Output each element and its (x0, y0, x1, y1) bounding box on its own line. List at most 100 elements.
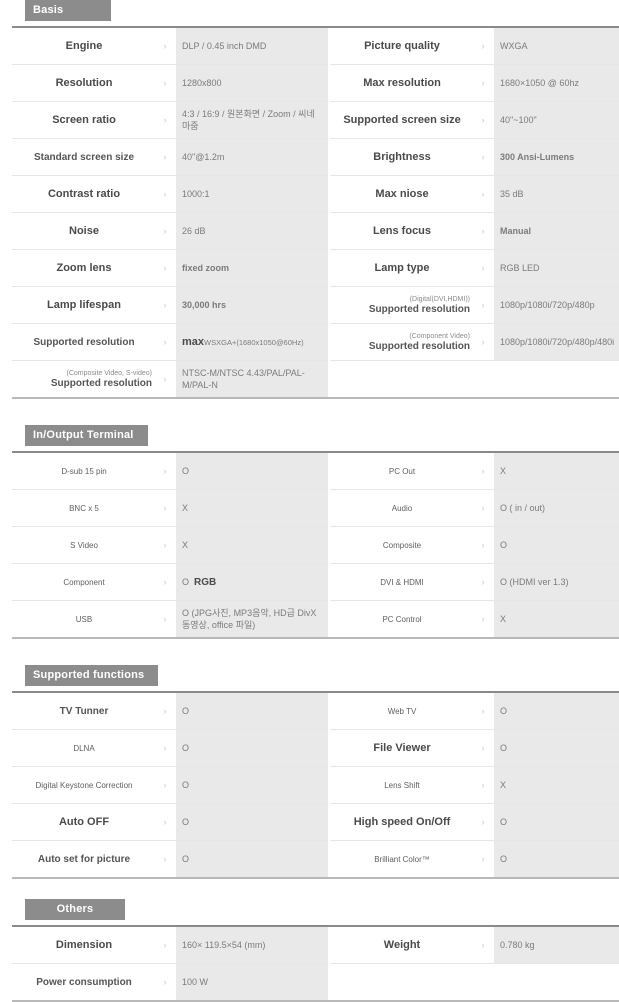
row-label[interactable]: DLNA (12, 729, 154, 767)
table-row: Screen ratio › 4:3 / 16:9 / 원본화면 / Zoom … (12, 101, 619, 139)
row-value: DLP / 0.45 inch DMD (176, 27, 328, 65)
row-label[interactable]: Zoom lens (12, 249, 154, 287)
row-label[interactable]: High speed On/Off (330, 803, 472, 841)
row-label[interactable]: (Composite Video, S-video) Supported res… (12, 360, 154, 398)
chevron-icon[interactable]: › (472, 766, 494, 804)
section-others-header-wrap: Others (0, 899, 619, 925)
row-label[interactable]: Power consumption (12, 963, 154, 1001)
chevron-icon[interactable]: › (472, 212, 494, 250)
row-label[interactable]: Resolution (12, 64, 154, 102)
row-label[interactable]: Composite (330, 526, 472, 564)
chevron-icon[interactable]: › (154, 840, 176, 878)
row-label[interactable]: TV Tunner (12, 692, 154, 730)
chevron-icon[interactable]: › (154, 766, 176, 804)
row-value: O ( in / out) (494, 489, 619, 527)
row-label[interactable]: File Viewer (330, 729, 472, 767)
row-label[interactable]: Lamp type (330, 249, 472, 287)
row-value-empty (494, 963, 619, 1001)
chevron-icon[interactable]: › (154, 526, 176, 564)
row-label[interactable]: Web TV (330, 692, 472, 730)
row-label[interactable]: Noise (12, 212, 154, 250)
row-label[interactable]: Standard screen size (12, 138, 154, 176)
row-label[interactable]: DVI & HDMI (330, 563, 472, 601)
row-value: 1080p/1080i/720p/480p/480i (494, 323, 619, 361)
chevron-icon[interactable]: › (472, 526, 494, 564)
chevron-icon[interactable]: › (154, 692, 176, 730)
row-label[interactable]: S Video (12, 526, 154, 564)
chevron-icon[interactable]: › (472, 175, 494, 213)
table-row: Zoom lens › fixed zoom Lamp type › RGB L… (12, 249, 619, 287)
chevron-icon[interactable]: › (154, 360, 176, 398)
row-label[interactable]: Digital Keystone Correction (12, 766, 154, 804)
chevron-icon[interactable]: › (154, 600, 176, 638)
row-label[interactable]: (Digital(DVI,HDMI)) Supported resolution (330, 286, 472, 324)
chevron-icon[interactable]: › (154, 452, 176, 490)
row-label[interactable]: Contrast ratio (12, 175, 154, 213)
row-label[interactable]: Auto OFF (12, 803, 154, 841)
chevron-icon[interactable]: › (472, 249, 494, 287)
row-label[interactable]: Supported resolution (12, 323, 154, 361)
row-label[interactable]: Max niose (330, 175, 472, 213)
table-row: Power consumption › 100 W (12, 963, 619, 1001)
row-label[interactable]: Component (12, 563, 154, 601)
row-label[interactable]: Brightness (330, 138, 472, 176)
chevron-icon[interactable]: › (472, 563, 494, 601)
chevron-icon[interactable]: › (154, 489, 176, 527)
row-label[interactable]: Audio (330, 489, 472, 527)
chevron-icon[interactable]: › (472, 286, 494, 324)
row-label[interactable]: Lens Shift (330, 766, 472, 804)
chevron-icon[interactable]: › (154, 27, 176, 65)
row-value: fixed zoom (176, 249, 328, 287)
row-label[interactable]: Supported screen size (330, 101, 472, 139)
chevron-icon[interactable]: › (154, 101, 176, 139)
row-value: WXGA (494, 27, 619, 65)
chevron-icon[interactable]: › (472, 840, 494, 878)
chevron-icon[interactable]: › (154, 563, 176, 601)
chevron-icon[interactable]: › (154, 323, 176, 361)
row-label[interactable]: Weight (330, 926, 472, 964)
row-label[interactable]: Engine (12, 27, 154, 65)
row-label[interactable]: (Component Video) Supported resolution (330, 323, 472, 361)
row-value: X (494, 600, 619, 638)
chevron-icon[interactable]: › (472, 64, 494, 102)
row-label[interactable]: Screen ratio (12, 101, 154, 139)
row-label[interactable]: Max resolution (330, 64, 472, 102)
chevron-icon[interactable]: › (472, 138, 494, 176)
chevron-icon[interactable]: › (472, 101, 494, 139)
row-label[interactable]: PC Out (330, 452, 472, 490)
row-label[interactable]: Picture quality (330, 27, 472, 65)
chevron-icon[interactable]: › (154, 249, 176, 287)
row-label[interactable]: PC Control (330, 600, 472, 638)
chevron-icon[interactable]: › (154, 212, 176, 250)
row-label[interactable]: Lens focus (330, 212, 472, 250)
row-label[interactable]: USB (12, 600, 154, 638)
row-label[interactable]: Brilliant Color™ (330, 840, 472, 878)
chevron-icon[interactable]: › (472, 926, 494, 964)
chevron-icon[interactable]: › (154, 138, 176, 176)
row-label[interactable]: Dimension (12, 926, 154, 964)
chevron-icon[interactable]: › (472, 27, 494, 65)
row-value: NTSC-M/NTSC 4.43/PAL/PAL-M/PAL-N (176, 360, 328, 398)
chevron-icon[interactable]: › (472, 452, 494, 490)
chevron-icon[interactable]: › (472, 729, 494, 767)
chevron-icon[interactable]: › (154, 286, 176, 324)
chevron-placeholder (472, 963, 494, 1001)
chevron-icon[interactable]: › (154, 963, 176, 1001)
chevron-icon[interactable]: › (472, 489, 494, 527)
chevron-icon[interactable]: › (154, 803, 176, 841)
row-value: X (176, 526, 328, 564)
chevron-icon[interactable]: › (154, 729, 176, 767)
chevron-icon[interactable]: › (472, 323, 494, 361)
row-label[interactable]: D-sub 15 pin (12, 452, 154, 490)
row-label[interactable]: BNC x 5 (12, 489, 154, 527)
row-label[interactable]: Lamp lifespan (12, 286, 154, 324)
chevron-icon[interactable]: › (154, 175, 176, 213)
row-value: 1680×1050 @ 60hz (494, 64, 619, 102)
row-value: O (HDMI ver 1.3) (494, 563, 619, 601)
chevron-icon[interactable]: › (154, 64, 176, 102)
row-label[interactable]: Auto set for picture (12, 840, 154, 878)
chevron-icon[interactable]: › (472, 803, 494, 841)
chevron-icon[interactable]: › (472, 600, 494, 638)
chevron-icon[interactable]: › (154, 926, 176, 964)
chevron-icon[interactable]: › (472, 692, 494, 730)
